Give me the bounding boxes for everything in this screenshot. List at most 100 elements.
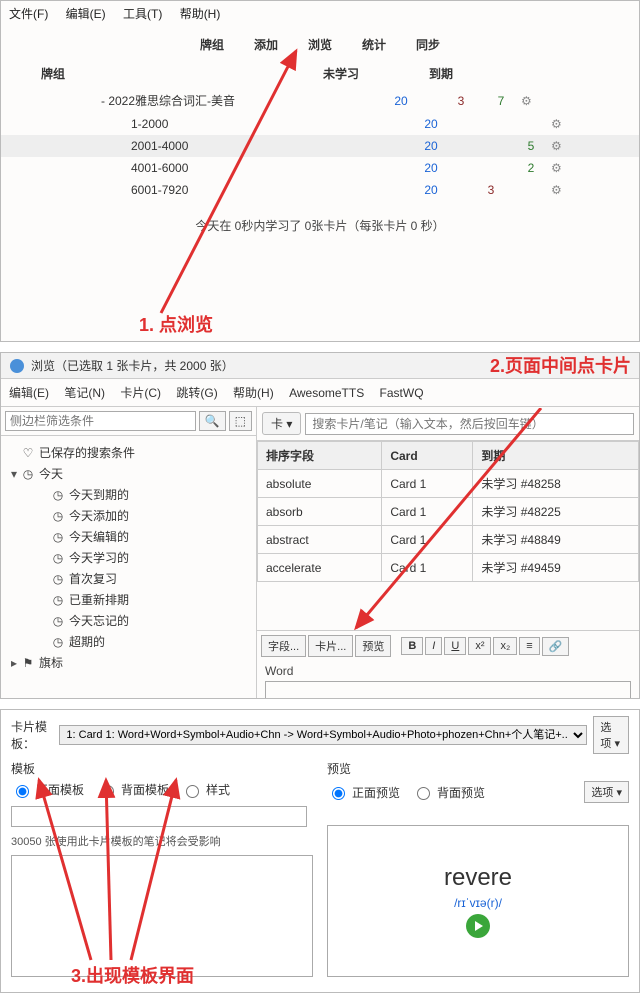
clock-icon: ◷ <box>51 593 65 607</box>
flag-icon: ⚑ <box>21 656 35 670</box>
sidebar-tree: ♡已保存的搜索条件 ▾◷今天 ◷今天到期的◷今天添加的◷今天编辑的◷今天学习的◷… <box>1 436 256 699</box>
template-section-title: 模板 <box>11 760 313 777</box>
underline-icon[interactable]: U <box>444 637 466 655</box>
search-tag[interactable]: 卡 ▾ <box>262 412 301 435</box>
menu-edit[interactable]: 编辑(E) <box>66 7 106 21</box>
preview-options-button[interactable]: 选项 ▾ <box>584 781 629 803</box>
gear-icon[interactable]: ⚙ <box>551 161 571 175</box>
bmenu-notes[interactable]: 笔记(N) <box>64 386 105 400</box>
tree-today-item[interactable]: ◷今天学习的 <box>5 547 252 568</box>
browser-title: 浏览（已选取 1 张卡片，共 2000 张） <box>31 357 234 374</box>
superscript-icon[interactable]: x² <box>468 637 491 655</box>
col-deck: 牌组 <box>41 65 301 82</box>
link-icon[interactable]: 🔗 <box>542 637 570 656</box>
heart-icon: ♡ <box>21 446 35 460</box>
menu-tools[interactable]: 工具(T) <box>123 7 162 21</box>
col-due: 到期 <box>381 65 501 82</box>
gear-icon[interactable]: ⚙ <box>521 94 541 108</box>
tree-today-item[interactable]: ◷今天到期的 <box>5 484 252 505</box>
bold-icon[interactable]: B <box>401 637 423 655</box>
deck-row[interactable]: - 2022雅思综合词汇-美音2037⚙ <box>1 88 639 113</box>
tree-today[interactable]: 今天 <box>39 465 63 482</box>
tab-stats[interactable]: 统计 <box>362 36 386 53</box>
field-label-word: Word <box>257 661 639 681</box>
clock-icon: ◷ <box>21 467 35 481</box>
card-search-input[interactable] <box>305 413 634 435</box>
clock-icon: ◷ <box>51 551 65 565</box>
radio-preview-back[interactable]: 背面预览 <box>412 784 485 801</box>
radio-style[interactable]: 样式 <box>181 781 230 798</box>
bmenu-tts[interactable]: AwesomeTTS <box>289 386 364 400</box>
card-preview: revere /rɪˈvɪə(r)/ <box>327 825 629 977</box>
tree-today-item[interactable]: ◷今天编辑的 <box>5 526 252 547</box>
search-icon[interactable]: 🔍 <box>199 411 226 431</box>
clock-icon: ◷ <box>51 488 65 502</box>
tree-saved[interactable]: 已保存的搜索条件 <box>39 444 135 461</box>
tree-today-item[interactable]: ◷今天忘记的 <box>5 610 252 631</box>
preview-word: revere <box>444 864 512 892</box>
subscript-icon[interactable]: x₂ <box>493 637 517 655</box>
table-row[interactable]: abstractCard 1未学习 #48849 <box>258 526 639 554</box>
tab-browse[interactable]: 浏览 <box>308 36 332 53</box>
deck-list: - 2022雅思综合词汇-美音2037⚙1-200020⚙2001-400020… <box>1 88 639 201</box>
deck-header: 牌组 未学习 到期 <box>1 59 639 88</box>
deck-row[interactable]: 2001-4000205⚙ <box>1 135 639 157</box>
deck-row[interactable]: 4001-6000202⚙ <box>1 157 639 179</box>
col-new: 未学习 <box>301 65 381 82</box>
table-row[interactable]: absorbCard 1未学习 #48225 <box>258 498 639 526</box>
radio-front[interactable]: 正面模板 <box>11 781 84 798</box>
table-row[interactable]: accelerateCard 1未学习 #49459 <box>258 554 639 582</box>
template-select[interactable]: 1: Card 1: Word+Word+Symbol+Audio+Chn ->… <box>59 725 587 745</box>
bmenu-cards[interactable]: 卡片(C) <box>120 386 161 400</box>
annotation-1: 1. 点浏览 <box>139 311 213 337</box>
tree-today-item[interactable]: ◷已重新排期 <box>5 589 252 610</box>
clock-icon: ◷ <box>51 572 65 586</box>
clock-icon: ◷ <box>51 635 65 649</box>
deck-row[interactable]: 6001-7920203⚙ <box>1 179 639 201</box>
sidebar-filter-input[interactable] <box>5 411 196 431</box>
menu-file[interactable]: 文件(F) <box>9 7 48 21</box>
nav-tabs: 牌组 添加 浏览 统计 同步 <box>1 26 639 59</box>
tree-today-item[interactable]: ◷超期的 <box>5 631 252 652</box>
play-audio-icon[interactable] <box>466 914 490 938</box>
bmenu-help[interactable]: 帮助(H) <box>233 386 274 400</box>
col-table-due[interactable]: 到期 <box>473 442 639 470</box>
tab-add[interactable]: 添加 <box>254 36 278 53</box>
tab-decks[interactable]: 牌组 <box>200 36 224 53</box>
gear-icon[interactable]: ⚙ <box>551 183 571 197</box>
card-table: 排序字段 Card 到期 absoluteCard 1未学习 #48258abs… <box>257 441 639 582</box>
bmenu-edit[interactable]: 编辑(E) <box>9 386 49 400</box>
fields-button[interactable]: 字段... <box>261 635 306 657</box>
col-sort[interactable]: 排序字段 <box>258 442 382 470</box>
radio-preview-front[interactable]: 正面预览 <box>327 784 400 801</box>
tree-today-item[interactable]: ◷今天添加的 <box>5 505 252 526</box>
tab-sync[interactable]: 同步 <box>416 36 440 53</box>
template-search-input[interactable] <box>11 806 307 827</box>
menu-help[interactable]: 帮助(H) <box>180 7 221 21</box>
italic-icon[interactable]: I <box>425 637 442 655</box>
field-word-input[interactable] <box>265 681 631 699</box>
bmenu-fastwq[interactable]: FastWQ <box>380 386 424 400</box>
app-icon <box>9 358 25 374</box>
bmenu-jump[interactable]: 跳转(G) <box>176 386 217 400</box>
tree-today-item[interactable]: ◷首次复习 <box>5 568 252 589</box>
list-icon[interactable]: ≡ <box>519 637 539 655</box>
template-editor[interactable] <box>11 855 313 977</box>
radio-back[interactable]: 背面模板 <box>96 781 169 798</box>
cards-button[interactable]: 卡片... <box>308 635 353 657</box>
clock-icon: ◷ <box>51 509 65 523</box>
options-button[interactable]: 选项 ▾ <box>593 716 629 754</box>
tree-flags[interactable]: 旗标 <box>39 654 63 671</box>
study-note: 今天在 0秒内学习了 0张卡片（每张卡片 0 秒） <box>1 201 639 258</box>
format-toolbar: 字段... 卡片... 预览 B I U x² x₂ ≡ 🔗 <box>257 630 639 661</box>
deck-row[interactable]: 1-200020⚙ <box>1 113 639 135</box>
col-card[interactable]: Card <box>382 442 473 470</box>
template-label: 卡片模板： <box>11 718 53 752</box>
selection-icon[interactable]: ⬚ <box>229 411 252 431</box>
table-row[interactable]: absoluteCard 1未学习 #48258 <box>258 470 639 498</box>
gear-icon[interactable]: ⚙ <box>551 117 571 131</box>
clock-icon: ◷ <box>51 530 65 544</box>
preview-button[interactable]: 预览 <box>355 635 391 657</box>
browser-menubar: 编辑(E) 笔记(N) 卡片(C) 跳转(G) 帮助(H) AwesomeTTS… <box>1 379 639 407</box>
gear-icon[interactable]: ⚙ <box>551 139 571 153</box>
